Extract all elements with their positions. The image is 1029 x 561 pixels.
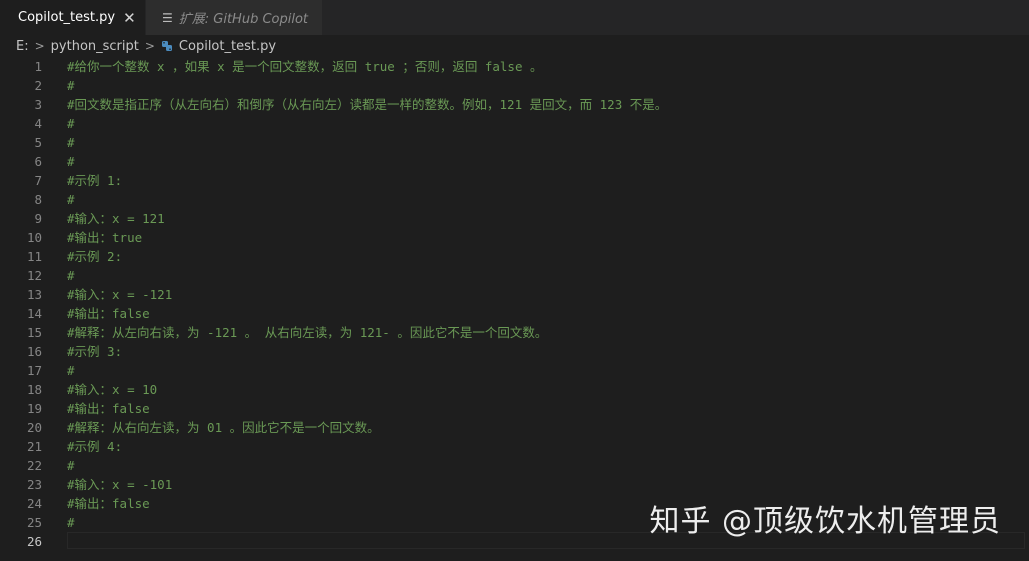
- line-number: 17: [26, 363, 42, 378]
- line-number: 18: [26, 382, 42, 397]
- line-number: 8: [34, 192, 42, 207]
- line-number: 19: [26, 401, 42, 416]
- tab-bar: Copilot_test.py ✕ ☰ 扩展: GitHub Copilot: [0, 0, 1029, 35]
- line-number: 16: [26, 344, 42, 359]
- line-number: 2: [34, 78, 42, 93]
- code-text: #输出：false: [67, 401, 150, 416]
- code-line[interactable]: 3 #回文数是指正序（从左向右）和倒序（从右向左）读都是一样的整数。例如，121 …: [0, 95, 1029, 114]
- code-text: #输出：true: [67, 230, 143, 245]
- code-text: #: [67, 515, 75, 530]
- line-number: 26: [26, 534, 42, 549]
- chevron-right-icon: >: [144, 39, 155, 53]
- code-line[interactable]: 20 #解释：从右向左读，为 01 。因此它不是一个回文数。: [0, 418, 1029, 437]
- code-line[interactable]: 13 #输入：x = -121: [0, 285, 1029, 304]
- code-line[interactable]: 7 #示例 1:: [0, 171, 1029, 190]
- code-line[interactable]: 11 #示例 2:: [0, 247, 1029, 266]
- code-line[interactable]: 18 #输入：x = 10: [0, 380, 1029, 399]
- code-line[interactable]: 15 #解释：从左向右读，为 -121 。 从右向左读，为 121- 。因此它不是…: [0, 323, 1029, 342]
- line-number: 10: [26, 230, 42, 245]
- code-line[interactable]: 16 #示例 3:: [0, 342, 1029, 361]
- line-number: 20: [26, 420, 42, 435]
- breadcrumb-folder[interactable]: python_script: [51, 39, 139, 54]
- line-number: 24: [26, 496, 42, 511]
- code-line[interactable]: 4 #: [0, 114, 1029, 133]
- breadcrumb-drive[interactable]: E:: [16, 39, 29, 54]
- chevron-right-icon: >: [34, 39, 45, 53]
- preview-icon: ☰: [162, 10, 173, 25]
- line-number: 4: [34, 116, 42, 131]
- code-line[interactable]: 9 #输入：x = 121: [0, 209, 1029, 228]
- line-number: 7: [34, 173, 42, 188]
- line-number: 14: [26, 306, 42, 321]
- code-text: #示例 4:: [67, 439, 123, 454]
- tab-label: 扩展: GitHub Copilot: [178, 12, 309, 27]
- line-number: 11: [26, 249, 42, 264]
- code-text: #: [67, 458, 75, 473]
- code-text: #: [67, 192, 75, 207]
- code-text: #输出：false: [67, 306, 150, 321]
- line-number: 21: [26, 439, 42, 454]
- code-editor[interactable]: 1 #给你一个整数 x ，如果 x 是一个回文整数，返回 true ；否则，返回 …: [0, 57, 1029, 561]
- code-line[interactable]: 14 #输出：false: [0, 304, 1029, 323]
- watermark: 知乎 @顶级饮水机管理员: [649, 504, 1001, 539]
- line-number: 25: [26, 515, 42, 530]
- code-text: #解释：从右向左读，为 01 。因此它不是一个回文数。: [67, 420, 380, 435]
- code-text: #: [67, 268, 75, 283]
- code-line[interactable]: 21 #示例 4:: [0, 437, 1029, 456]
- line-number: 5: [34, 135, 42, 150]
- code-text: #输出：false: [67, 496, 150, 511]
- code-line[interactable]: 8 #: [0, 190, 1029, 209]
- code-text: #输入：x = -121: [67, 287, 173, 302]
- code-line[interactable]: 19 #输出：false: [0, 399, 1029, 418]
- code-line[interactable]: 10 #输出：true: [0, 228, 1029, 247]
- code-text: #示例 3:: [67, 344, 123, 359]
- code-text: #: [67, 116, 75, 131]
- line-number: 15: [26, 325, 42, 340]
- code-text: #输入：x = -101: [67, 477, 173, 492]
- code-text: #: [67, 154, 75, 169]
- code-text: #示例 2:: [67, 249, 123, 264]
- code-line[interactable]: 5 #: [0, 133, 1029, 152]
- close-icon[interactable]: ✕: [123, 9, 136, 27]
- breadcrumb: E: > python_script > Copilot_test.py: [0, 35, 1029, 57]
- line-number: 23: [26, 477, 42, 492]
- tab-label: Copilot_test.py: [18, 10, 116, 25]
- line-number: 3: [34, 97, 42, 112]
- code-text: #解释：从左向右读，为 -121 。 从右向左读，为 121- 。因此它不是一个…: [67, 325, 548, 340]
- line-number: 6: [34, 154, 42, 169]
- code-text: #示例 1:: [67, 173, 123, 188]
- code-text: #: [67, 135, 75, 150]
- line-number: 12: [26, 268, 42, 283]
- code-line[interactable]: 6 #: [0, 152, 1029, 171]
- code-text: #回文数是指正序（从左向右）和倒序（从右向左）读都是一样的整数。例如，121 是…: [67, 97, 668, 112]
- code-text: #给你一个整数 x ，如果 x 是一个回文整数，返回 true ；否则，返回 f…: [67, 59, 543, 74]
- breadcrumb-file[interactable]: Copilot_test.py: [179, 39, 276, 54]
- python-file-icon: [161, 41, 172, 51]
- line-number: 22: [26, 458, 42, 473]
- code-line[interactable]: 22 #: [0, 456, 1029, 475]
- code-line[interactable]: 23 #输入：x = -101: [0, 475, 1029, 494]
- line-number: 1: [34, 59, 42, 74]
- tab-copilot-test[interactable]: Copilot_test.py ✕: [0, 0, 145, 35]
- tab-extension-github-copilot[interactable]: ☰ 扩展: GitHub Copilot: [145, 0, 322, 35]
- code-text: #输入：x = 121: [67, 211, 165, 226]
- line-number: 9: [34, 211, 42, 226]
- code-text: #: [67, 78, 75, 93]
- code-line[interactable]: 2 #: [0, 76, 1029, 95]
- code-text: #输入：x = 10: [67, 382, 158, 397]
- code-line[interactable]: 17 #: [0, 361, 1029, 380]
- code-text: #: [67, 363, 75, 378]
- line-number: 13: [26, 287, 42, 302]
- code-line[interactable]: 1 #给你一个整数 x ，如果 x 是一个回文整数，返回 true ；否则，返回 …: [0, 57, 1029, 76]
- code-line[interactable]: 12 #: [0, 266, 1029, 285]
